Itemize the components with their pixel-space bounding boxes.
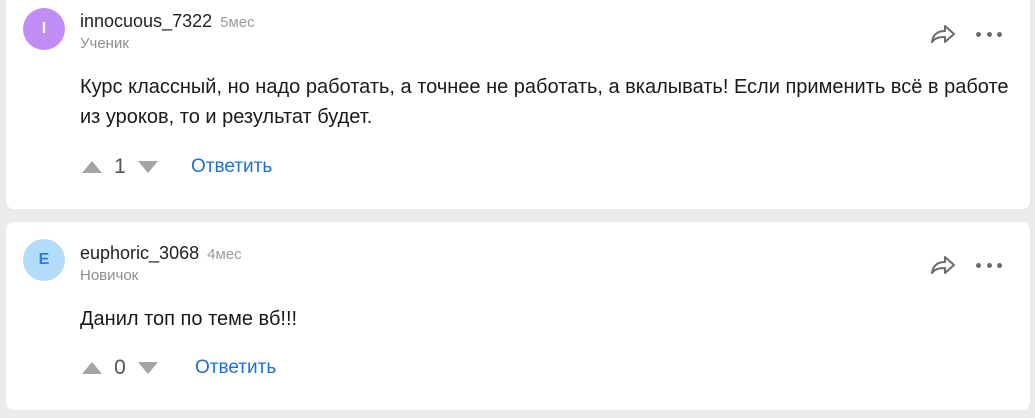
avatar[interactable]: E [23, 239, 65, 281]
reply-button[interactable]: Ответить [191, 156, 272, 178]
avatar-letter: I [41, 20, 47, 37]
author-role: Новичок [80, 267, 139, 284]
comment-time: 4мес [207, 246, 242, 263]
comment-header: innocuous_7322 5мес Ученик [80, 11, 255, 52]
comment-time: 5мес [220, 14, 255, 31]
more-dots-icon[interactable] [976, 260, 1002, 270]
comment-actions: 1 Ответить [81, 152, 272, 182]
comment-text: Данил топ по теме вб!!! [80, 308, 298, 330]
author-name[interactable]: euphoric_3068 [80, 243, 199, 263]
reply-button[interactable]: Ответить [195, 357, 276, 379]
avatar[interactable]: I [23, 8, 65, 50]
more-dots-icon[interactable] [976, 29, 1002, 39]
upvote-icon[interactable] [81, 361, 103, 375]
comment-actions: 0 Ответить [81, 353, 276, 383]
downvote-icon[interactable] [137, 361, 159, 375]
vote-count: 1 [114, 155, 126, 178]
comment-card: I innocuous_7322 5мес Ученик Курс классны… [6, 0, 1030, 209]
author-role: Ученик [80, 35, 129, 52]
author-name[interactable]: innocuous_7322 [80, 11, 212, 31]
downvote-icon[interactable] [137, 160, 159, 174]
comment-header: euphoric_3068 4мес Новичок [80, 243, 242, 284]
share-arrow-icon[interactable] [930, 24, 956, 44]
avatar-letter: E [38, 251, 50, 268]
upvote-icon[interactable] [81, 160, 103, 174]
comment-text: Курс классный, но надо работать, а точне… [80, 76, 1009, 128]
share-arrow-icon[interactable] [930, 255, 956, 275]
vote-count: 0 [114, 356, 126, 379]
